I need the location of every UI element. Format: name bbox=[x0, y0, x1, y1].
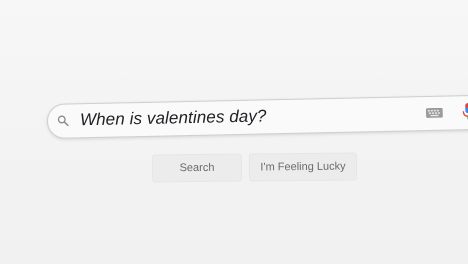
feeling-lucky-button[interactable]: I'm Feeling Lucky bbox=[248, 152, 358, 182]
search-button[interactable]: Search bbox=[151, 153, 243, 183]
microphone-icon[interactable] bbox=[462, 102, 468, 122]
keyboard-icon[interactable] bbox=[426, 107, 443, 118]
search-query-text: When is valentines day? bbox=[79, 106, 267, 130]
search-icon bbox=[57, 115, 69, 127]
search-input[interactable]: When is valentines day? bbox=[46, 94, 468, 139]
search-page: When is valentines day? Search I'm Feeli… bbox=[0, 0, 468, 264]
